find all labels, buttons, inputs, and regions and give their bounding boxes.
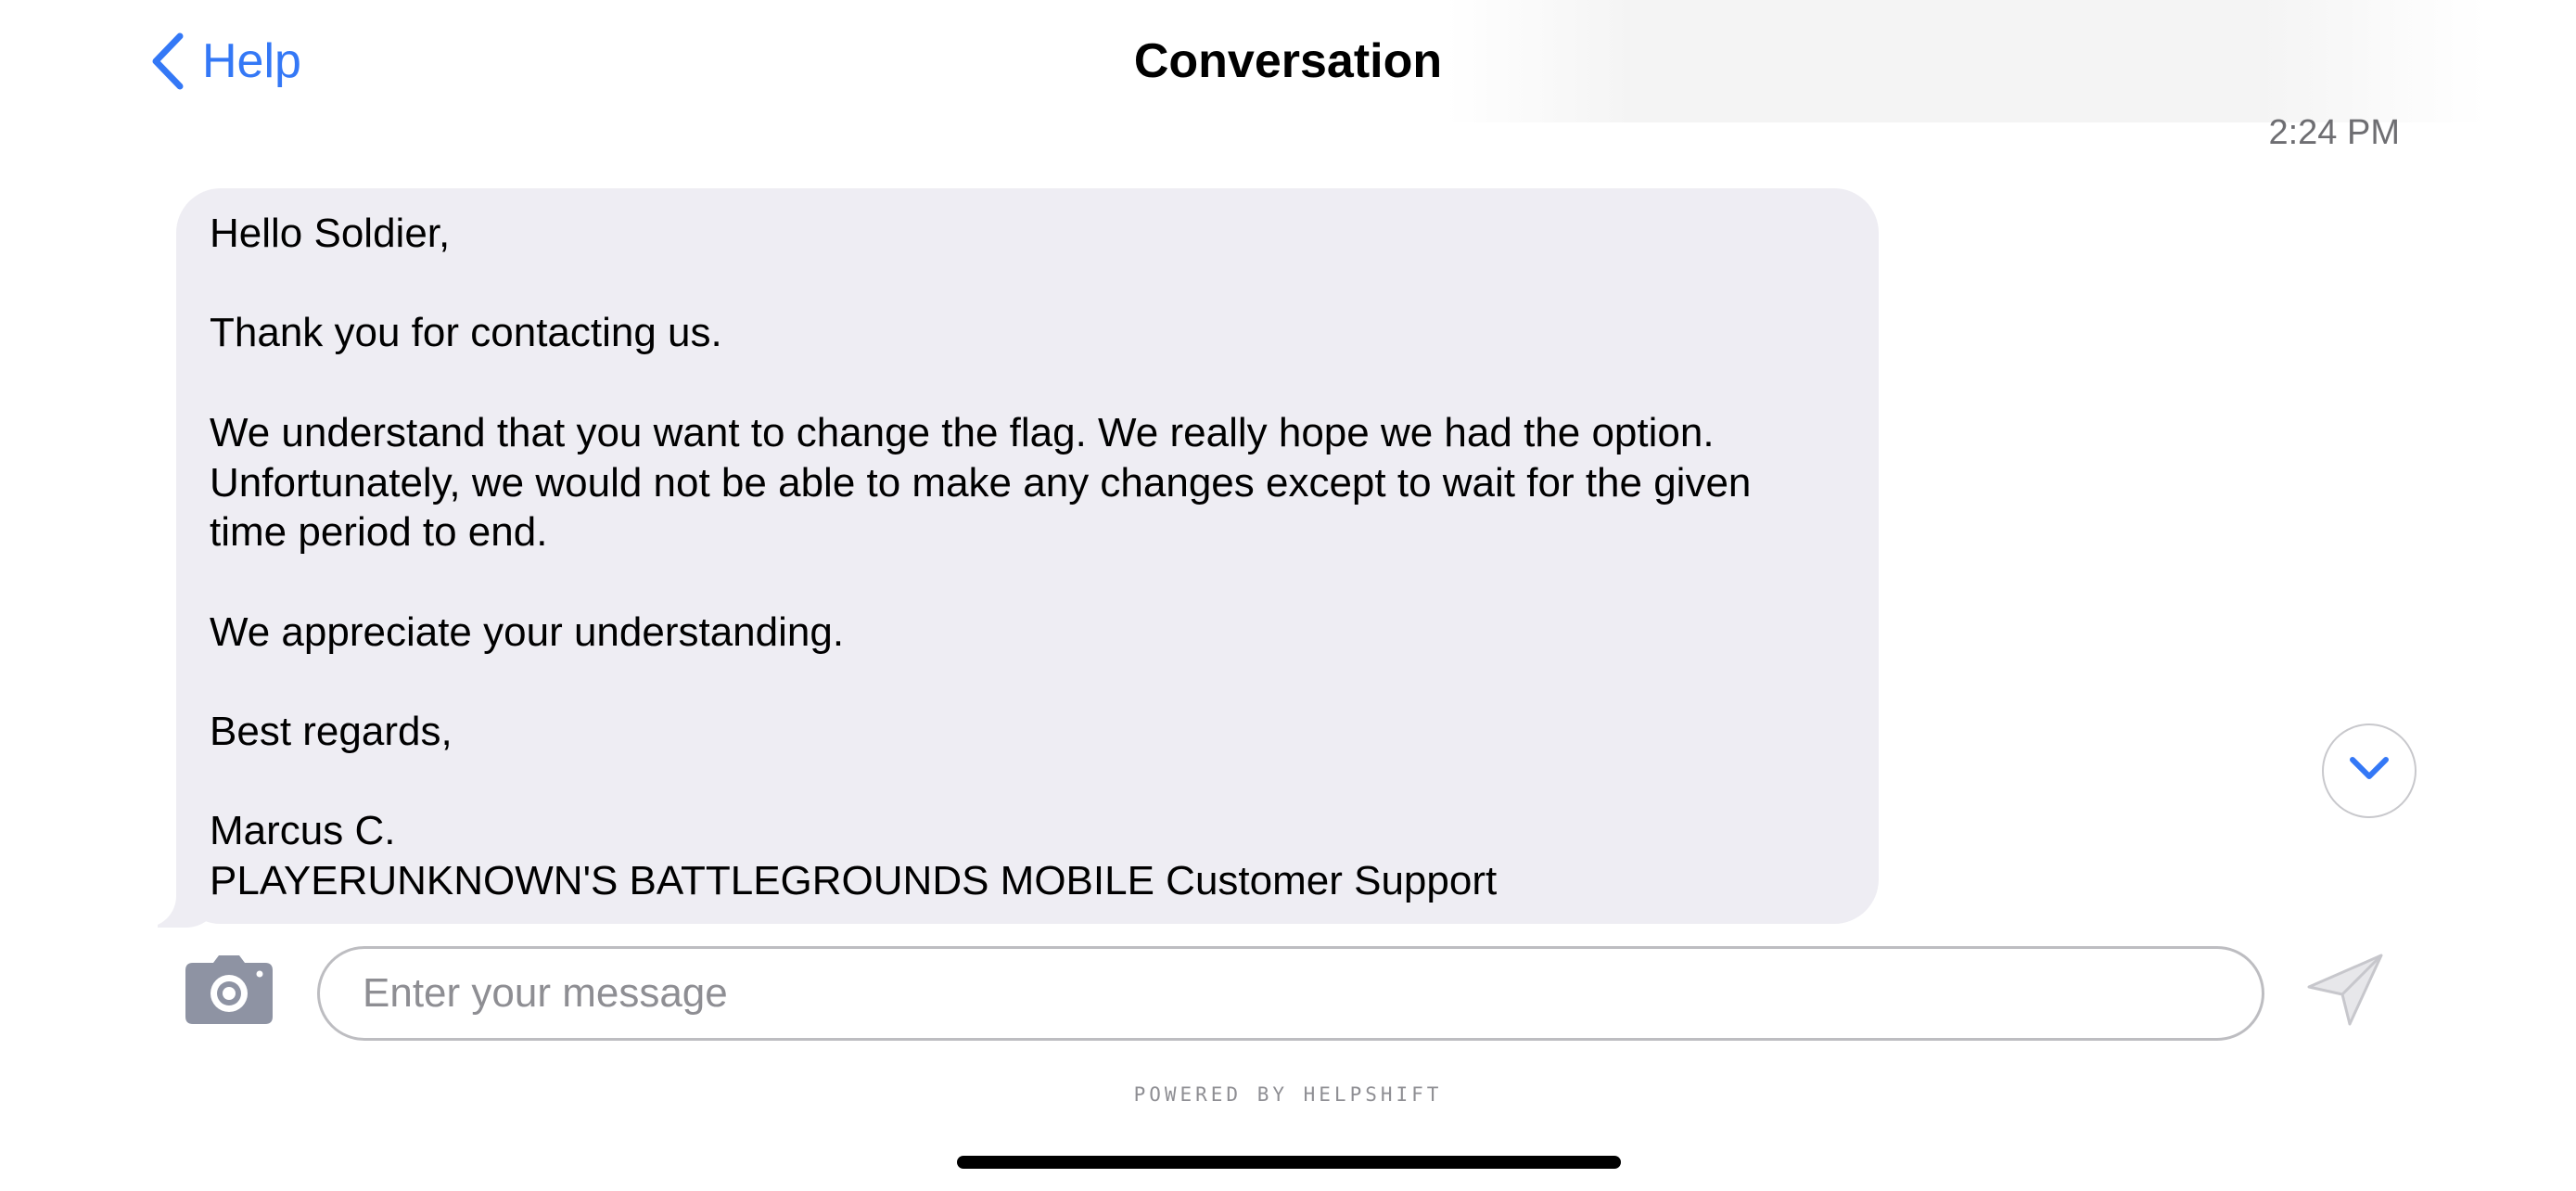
powered-by-label: POWERED BY HELPSHIFT bbox=[1133, 1083, 1443, 1106]
page-title: Conversation bbox=[1133, 34, 1443, 88]
message-timestamp: 2:24 PM bbox=[2268, 113, 2400, 152]
message-input[interactable] bbox=[317, 946, 2264, 1041]
agent-message-bubble: Hello Soldier, Thank you for contacting … bbox=[176, 188, 1879, 924]
navigation-bar: Help Conversation bbox=[0, 0, 2576, 122]
camera-icon bbox=[185, 955, 273, 1028]
send-button[interactable] bbox=[2307, 954, 2385, 1026]
scroll-to-bottom-button[interactable] bbox=[2322, 724, 2417, 818]
chevron-down-icon bbox=[2349, 756, 2390, 787]
attach-photo-button[interactable] bbox=[185, 955, 273, 1024]
home-indicator bbox=[957, 1156, 1621, 1169]
paper-plane-icon bbox=[2307, 954, 2385, 1030]
